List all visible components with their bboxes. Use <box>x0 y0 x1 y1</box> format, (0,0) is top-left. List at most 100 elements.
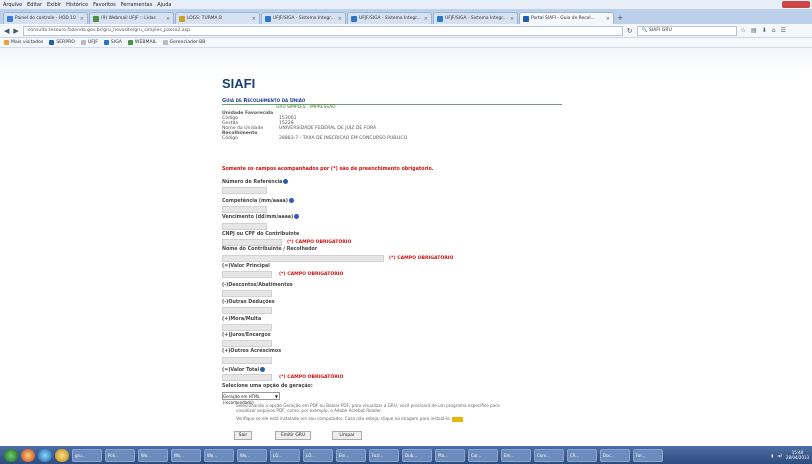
folder-icon[interactable] <box>55 448 69 462</box>
referencia-input[interactable] <box>222 187 267 194</box>
close-tab-icon[interactable]: × <box>338 16 342 22</box>
taskbar-task[interactable]: Dub... <box>402 448 432 462</box>
taskbar-task[interactable]: Cor... <box>468 448 498 462</box>
tab-3[interactable]: UFJF/SIGA - Sistema Integr... × <box>261 12 346 24</box>
siafi-logo[interactable]: SIAFI <box>222 76 255 91</box>
menu-item-editar[interactable]: Editar <box>27 2 42 8</box>
taskbar-task[interactable]: Em... <box>336 448 366 462</box>
reload-icon[interactable]: ↻ <box>627 27 633 35</box>
firefox-icon[interactable] <box>21 448 35 462</box>
menu-item-historico[interactable]: Histórico <box>66 2 88 8</box>
tab-6[interactable]: Portal SIAFI - Guia de Recol... × <box>519 12 614 24</box>
taskbar-task[interactable]: Pla... <box>435 448 465 462</box>
taskbar-task[interactable]: CR... <box>567 448 597 462</box>
network-icon[interactable]: ▮ <box>771 453 773 458</box>
taskbar-task[interactable]: gru... <box>72 448 102 462</box>
emitir-gru-button[interactable]: Emitir GRU <box>275 431 311 440</box>
acrobat-icon[interactable] <box>452 416 464 422</box>
back-icon[interactable]: ◀ <box>4 27 9 35</box>
bookmark-item[interactable]: SIGA <box>103 40 122 45</box>
taskbar-task[interactable]: Wo... <box>138 448 168 462</box>
close-tab-icon[interactable]: × <box>510 16 514 22</box>
taskbar-task[interactable]: Wo... <box>204 448 234 462</box>
star-icon[interactable]: ☆ <box>741 27 746 34</box>
bookmarks-icon[interactable]: ▤ <box>751 27 757 34</box>
limpar-button[interactable]: Limpar <box>332 431 362 440</box>
taskbar-task[interactable]: Com... <box>534 448 564 462</box>
addon-icon[interactable]: ☰ <box>781 27 786 34</box>
new-tab-button[interactable]: + <box>615 12 625 24</box>
title-divider <box>222 104 562 105</box>
menu-item-exibir[interactable]: Exibir <box>47 2 61 8</box>
taskbar-task[interactable]: Poli... <box>105 448 135 462</box>
bookmark-item[interactable]: Mais visitados <box>4 40 43 45</box>
favicon-icon <box>93 15 99 22</box>
close-tab-icon[interactable]: × <box>166 16 170 22</box>
principal-input[interactable] <box>222 271 272 278</box>
juros-input[interactable] <box>222 340 272 347</box>
help-icon[interactable] <box>283 179 289 184</box>
cnpj-input[interactable] <box>222 239 282 246</box>
taskbar-task[interactable]: LO... <box>270 448 300 462</box>
tab-0[interactable]: Painel de controle - HOD 10 × <box>3 12 88 24</box>
mora-input[interactable] <box>222 324 272 331</box>
favicon-icon <box>437 15 443 22</box>
close-tab-icon[interactable]: × <box>424 16 428 22</box>
bookmark-item[interactable]: UFJF <box>80 40 98 45</box>
tab-4[interactable]: UFJF/SIGA - Sistema Integr... × <box>347 12 432 24</box>
taskbar-task[interactable]: Doc... <box>600 448 630 462</box>
menu-item-ferramentas[interactable]: Ferramentas <box>121 2 153 8</box>
vencimento-input[interactable] <box>222 223 267 230</box>
taskbar-task[interactable]: Wo... <box>237 448 267 462</box>
help-icon[interactable] <box>260 367 266 372</box>
bookmark-icon <box>80 40 86 45</box>
menu-item-favoritos[interactable]: Favoritos <box>93 2 116 8</box>
volume-icon[interactable]: ◄) <box>777 453 782 458</box>
descontos-input[interactable] <box>222 290 272 297</box>
bookmark-item[interactable]: Gerenciador BB <box>162 40 205 45</box>
competencia-input[interactable] <box>222 206 267 213</box>
field-label-total: (=)Valor Total <box>222 367 266 373</box>
close-tab-icon[interactable]: × <box>606 16 610 22</box>
taskbar-task[interactable]: Em... <box>501 448 531 462</box>
header-banner <box>0 48 812 74</box>
forward-icon[interactable]: ▶ <box>13 27 18 35</box>
home-icon[interactable]: ⌂ <box>772 27 776 34</box>
search-icon: 🔍 <box>641 27 648 33</box>
field-label-referencia: Número de Referência <box>222 179 289 185</box>
url-bar[interactable]: consulta.tesouro.fazenda.gov.br/gru_novo… <box>22 25 623 36</box>
field-label-nome: Nome do Contribuinte / Recolhedor <box>222 247 318 252</box>
field-label-descontos: (-)Descontos/Abatimentos <box>222 283 293 288</box>
help-icon[interactable] <box>288 198 294 203</box>
bookmark-item[interactable]: SERPRO <box>49 40 75 45</box>
taskbar-task[interactable]: Fazi... <box>369 448 399 462</box>
tab-1[interactable]: (9) Webmail UFJF :: Lidas × <box>89 12 174 24</box>
nome-input[interactable] <box>222 255 384 262</box>
window-controls[interactable] <box>782 1 810 8</box>
bookmark-label: SERPRO <box>56 40 75 45</box>
taskbar-task[interactable]: Wo... <box>171 448 201 462</box>
deducoes-input[interactable] <box>222 307 272 314</box>
bookmark-item[interactable]: WEBMAIL <box>127 40 157 45</box>
search-input[interactable]: 🔍 SIAFI GRU <box>636 25 737 36</box>
download-icon[interactable]: ⬇ <box>762 27 767 34</box>
tab-5[interactable]: UFJF/SIGA - Sistema Integr... × <box>433 12 518 24</box>
taskbar-task[interactable]: LO... <box>303 448 333 462</box>
taskbar-task[interactable]: Far... <box>633 448 663 462</box>
geracao-label: Selecione uma opção de geração: <box>222 384 313 389</box>
acrescimos-input[interactable] <box>222 357 272 364</box>
ie-icon[interactable] <box>38 448 52 462</box>
tab-2[interactable]: LOGS: TURMA B × <box>175 12 260 24</box>
sair-button[interactable]: Sair <box>234 431 252 440</box>
menu-item-ajuda[interactable]: Ajuda <box>157 2 171 8</box>
menu-item-arquivo[interactable]: Arquivo <box>3 2 22 8</box>
close-tab-icon[interactable]: × <box>252 16 256 22</box>
field-label-vencimento: Vencimento (dd/mm/aaaa) <box>222 214 300 220</box>
total-input[interactable] <box>222 374 272 381</box>
help-icon[interactable] <box>294 214 300 219</box>
clock[interactable]: 15:48 28/04/2013 <box>786 450 809 460</box>
required-marker: (*) CAMPO OBRIGATÓRIO <box>279 375 344 380</box>
geracao-select[interactable]: Geração em HTML (recomendado) ▼ <box>222 392 280 405</box>
close-tab-icon[interactable]: × <box>80 16 84 22</box>
start-button[interactable] <box>4 448 18 462</box>
